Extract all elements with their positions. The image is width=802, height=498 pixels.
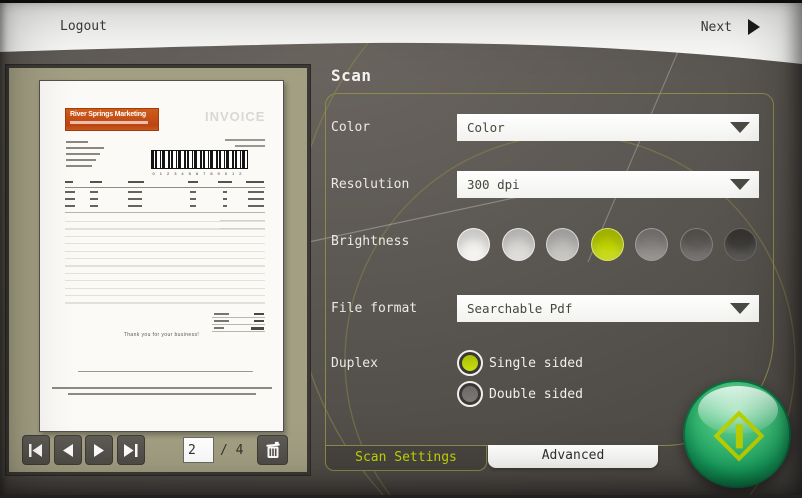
invoice-tagline [70, 121, 148, 124]
brightness-level-1[interactable] [457, 228, 490, 261]
next-label: Next [701, 20, 732, 35]
file-format-dropdown-value: Searchable Pdf [467, 301, 572, 316]
invoice-barcode-digits: 0123456789012 [151, 171, 248, 176]
first-page-button[interactable] [22, 435, 50, 465]
brightness-level-3[interactable] [546, 228, 579, 261]
next-button[interactable]: Next [701, 19, 760, 35]
invoice-company-name: River Springs Marketing [70, 111, 155, 119]
page-number-input[interactable] [183, 437, 214, 463]
resolution-label: Resolution [331, 177, 409, 192]
invoice-logo-banner: River Springs Marketing [65, 108, 159, 131]
brightness-level-6[interactable] [680, 228, 713, 261]
radio-double-sided-dot [462, 386, 478, 402]
double-sided-label[interactable]: Double sided [489, 387, 583, 402]
brightness-level-4-selected[interactable] [591, 228, 624, 261]
preview-panel: River Springs Marketing INVOICE 01234567… [6, 65, 310, 475]
chevron-down-icon [730, 122, 750, 133]
top-bar [0, 0, 802, 70]
invoice-barcode [151, 150, 248, 169]
document-preview[interactable]: River Springs Marketing INVOICE 01234567… [39, 80, 284, 432]
chevron-down-icon [730, 303, 750, 314]
tab-advanced[interactable]: Advanced [488, 445, 658, 468]
brightness-level-7[interactable] [724, 228, 757, 261]
last-page-button[interactable] [117, 435, 145, 465]
invoice-thank-you: Thank you for your business! [40, 332, 283, 338]
color-dropdown[interactable]: Color [457, 114, 759, 141]
previous-page-button[interactable] [54, 435, 82, 465]
chevron-down-icon [730, 179, 750, 190]
radio-single-sided-dot [462, 355, 478, 371]
next-page-button[interactable] [85, 435, 113, 465]
single-sided-label[interactable]: Single sided [489, 356, 583, 371]
trash-icon [264, 441, 282, 459]
file-format-dropdown[interactable]: Searchable Pdf [457, 295, 759, 322]
color-dropdown-value: Color [467, 120, 505, 135]
logout-button[interactable]: Logout [60, 19, 107, 34]
radio-single-sided[interactable] [457, 350, 483, 376]
brightness-level-5[interactable] [635, 228, 668, 261]
brightness-label: Brightness [331, 234, 409, 249]
file-format-label: File format [331, 301, 417, 316]
resolution-dropdown[interactable]: 300 dpi [457, 171, 759, 198]
radio-double-sided[interactable] [457, 381, 483, 407]
brightness-level-2[interactable] [502, 228, 535, 261]
start-scan-button[interactable] [683, 380, 791, 488]
delete-page-button[interactable] [257, 435, 288, 465]
duplex-label: Duplex [331, 356, 378, 371]
screen-top-edge [0, 0, 802, 3]
resolution-dropdown-value: 300 dpi [467, 177, 520, 192]
tab-scan-settings[interactable]: Scan Settings [325, 446, 487, 471]
next-arrow-icon [748, 19, 760, 35]
invoice-totals-box [212, 311, 265, 332]
invoice-watermark: INVOICE [205, 109, 265, 124]
page-total-label: / 4 [220, 443, 243, 458]
color-label: Color [331, 120, 370, 135]
scan-panel-title: Scan [331, 66, 372, 85]
